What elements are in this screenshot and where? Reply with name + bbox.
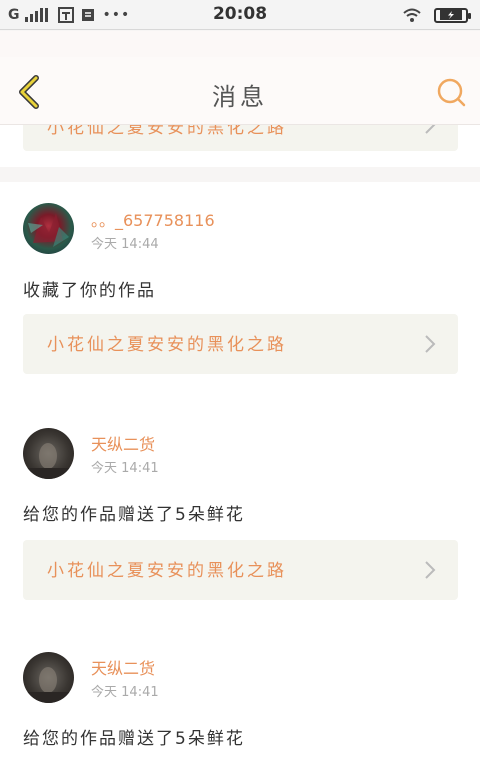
- message-item: 。。_657758116 今天 14:44 收藏了你的作品 小花仙之夏安安的黑化…: [0, 182, 480, 406]
- nav-bar: 消息: [0, 57, 480, 125]
- username[interactable]: 天纵二货: [91, 655, 155, 679]
- timestamp-time: 14:41: [121, 461, 159, 476]
- timestamp: 今天 14:44: [91, 233, 159, 252]
- username[interactable]: 。。_657758116: [91, 207, 215, 231]
- avatar[interactable]: [23, 652, 74, 703]
- status-right: [402, 6, 471, 24]
- timestamp-date: 今天: [91, 461, 118, 476]
- timestamp-time: 14:44: [121, 237, 159, 252]
- work-card[interactable]: 小花仙之夏安安的黑化之路: [23, 314, 458, 374]
- work-title: 小花仙之夏安安的黑化之路: [47, 335, 287, 355]
- message-item: 天纵二货 今天 14:41 给您的作品赠送了5朵鲜花 小花仙之夏安安的黑化之路: [0, 406, 480, 630]
- chevron-right-icon: [425, 561, 436, 579]
- search-icon[interactable]: [436, 77, 466, 107]
- work-card[interactable]: 小花仙之夏安安的黑化之路: [23, 540, 458, 600]
- header-gap: [0, 31, 480, 57]
- page-title: 消息: [212, 83, 268, 111]
- timestamp-date: 今天: [91, 237, 118, 252]
- status-bar: G ••• 20:08: [0, 0, 480, 30]
- message-text: 给您的作品赠送了5朵鲜花: [23, 505, 245, 525]
- work-title: 小花仙之夏安安的黑化之路: [47, 561, 287, 581]
- username[interactable]: 天纵二货: [91, 431, 155, 455]
- timestamp: 今天 14:41: [91, 681, 159, 700]
- message-text: 给您的作品赠送了5朵鲜花: [23, 729, 245, 749]
- chevron-right-icon: [425, 335, 436, 353]
- message-item: 天纵二货 今天 14:41 给您的作品赠送了5朵鲜花: [0, 630, 480, 762]
- message-text: 收藏了你的作品: [23, 281, 156, 301]
- timestamp-time: 14:41: [121, 685, 159, 700]
- timestamp-date: 今天: [91, 685, 118, 700]
- avatar[interactable]: [23, 203, 74, 254]
- wifi-icon: [403, 8, 421, 22]
- message-list[interactable]: 小花仙之夏安安的黑化之路 。。_657758116 今天 14:44 收藏了你的…: [0, 57, 480, 762]
- battery-icon: [434, 7, 471, 23]
- avatar[interactable]: [23, 428, 74, 479]
- timestamp: 今天 14:41: [91, 457, 159, 476]
